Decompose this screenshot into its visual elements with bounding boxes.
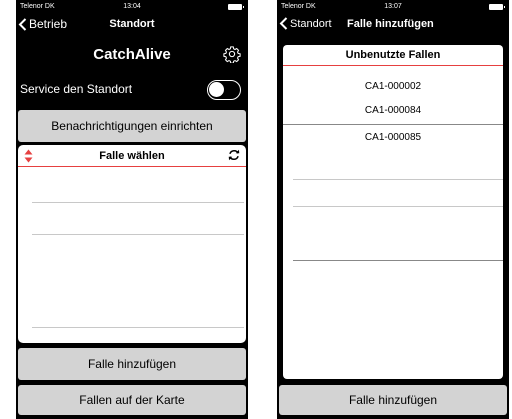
picker-row-divider — [32, 234, 244, 235]
notifications-button[interactable]: Benachrichtigungen einrichten — [18, 110, 246, 142]
service-label: Service den Standort — [20, 82, 133, 96]
back-button-label: Standort — [290, 17, 332, 30]
picker-row-divider — [32, 202, 244, 203]
back-button[interactable]: Standort — [279, 17, 332, 30]
service-row: Service den Standort — [16, 80, 248, 100]
toggle-knob — [209, 82, 224, 97]
phone-screen-location: Telenor DK 13:04 Betrieb Standort CatchA… — [16, 0, 248, 419]
list-item[interactable]: CA1-000085 — [283, 132, 503, 143]
add-trap-button[interactable]: Falle hinzufügen — [18, 348, 246, 380]
app-title: CatchAlive — [93, 46, 171, 63]
unused-traps-list: Unbenutzte Fallen CA1-000002 CA1-000084 … — [283, 45, 503, 379]
add-trap-button[interactable]: Falle hinzufügen — [279, 385, 507, 415]
list-row-divider — [293, 206, 503, 207]
unused-traps-header: Unbenutzte Fallen — [283, 45, 503, 66]
nav-bar: Standort Falle hinzufügen — [277, 17, 509, 35]
nav-bar: Betrieb Standort — [16, 17, 248, 35]
trap-picker-header: Falle wählen — [18, 145, 246, 167]
battery-icon — [489, 4, 505, 10]
list-item[interactable]: CA1-000084 — [283, 105, 503, 116]
trap-picker: Falle wählen — [18, 145, 246, 343]
chevron-left-icon — [279, 17, 288, 30]
nav-title: Falle hinzufügen — [347, 18, 434, 30]
gear-icon[interactable] — [223, 45, 241, 63]
list-row-divider — [293, 179, 503, 180]
refresh-icon[interactable] — [227, 148, 241, 162]
list-row-divider — [293, 260, 503, 261]
status-time: 13:04 — [123, 3, 141, 10]
traps-on-map-button[interactable]: Fallen auf der Karte — [18, 385, 246, 415]
trap-picker-title: Falle wählen — [99, 150, 165, 162]
service-toggle[interactable] — [207, 80, 241, 100]
unused-traps-title: Unbenutzte Fallen — [345, 49, 441, 61]
status-time: 13:07 — [384, 3, 402, 10]
status-bar: Telenor DK 13:07 — [277, 0, 509, 13]
battery-icon — [228, 4, 244, 10]
phone-screen-add-trap: Telenor DK 13:07 Standort Falle hinzufüg… — [277, 0, 509, 419]
list-row-divider — [283, 124, 503, 125]
picker-row-divider — [32, 327, 244, 328]
list-item[interactable]: CA1-000002 — [283, 81, 503, 92]
status-bar: Telenor DK 13:04 — [16, 0, 248, 13]
nav-title: Standort — [109, 18, 155, 30]
